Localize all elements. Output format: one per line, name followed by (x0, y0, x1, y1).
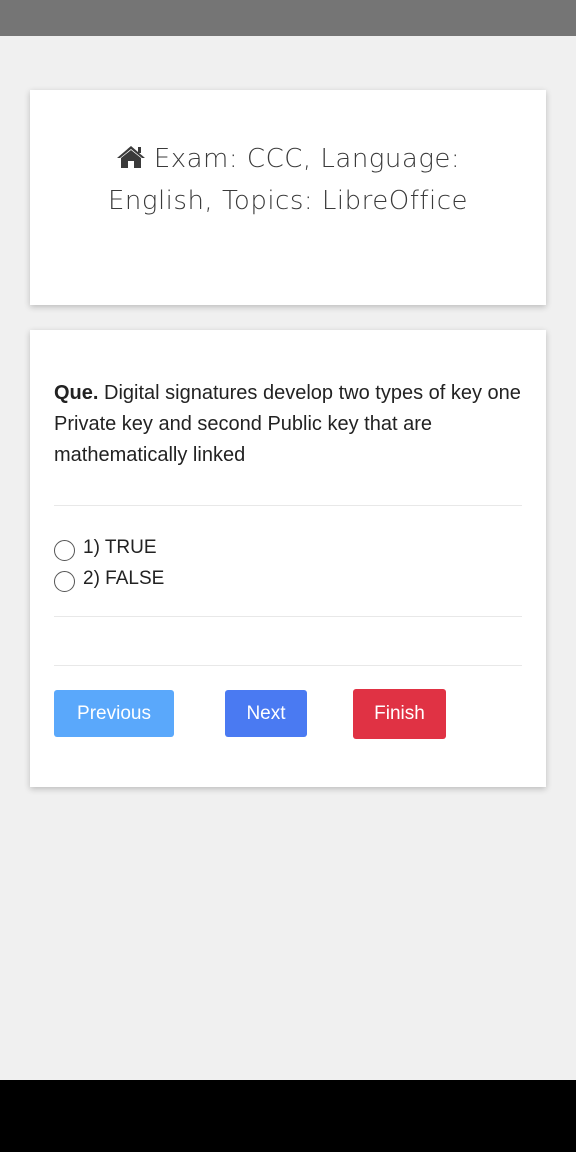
question-prefix: Que. (54, 382, 99, 404)
exam-header-card: Exam: CCC, Language: English, Topics: Li… (30, 90, 546, 305)
option-false[interactable]: 2) FALSE (54, 566, 164, 592)
home-icon (116, 146, 145, 168)
finish-button[interactable]: Finish (353, 689, 446, 739)
divider (54, 505, 522, 506)
divider (54, 665, 522, 666)
option-true[interactable]: 1) TRUE (54, 535, 157, 561)
next-button[interactable]: Next (225, 690, 307, 737)
radio-false[interactable] (54, 570, 75, 592)
exam-title-text: Exam: CCC, Language: English, Topics: Li… (107, 144, 469, 216)
previous-button[interactable]: Previous (54, 690, 174, 737)
exam-title: Exam: CCC, Language: English, Topics: Li… (70, 138, 506, 222)
question-body: Digital signatures develop two types of … (54, 382, 521, 466)
divider (54, 616, 522, 617)
option-true-label: 1) TRUE (83, 537, 157, 558)
question-text: Que. Digital signatures develop two type… (54, 378, 522, 471)
question-card: Que. Digital signatures develop two type… (30, 330, 546, 787)
radio-true[interactable] (54, 539, 75, 561)
option-false-label: 2) FALSE (83, 568, 165, 589)
navigation-bar (0, 1080, 576, 1152)
status-bar (0, 0, 576, 36)
